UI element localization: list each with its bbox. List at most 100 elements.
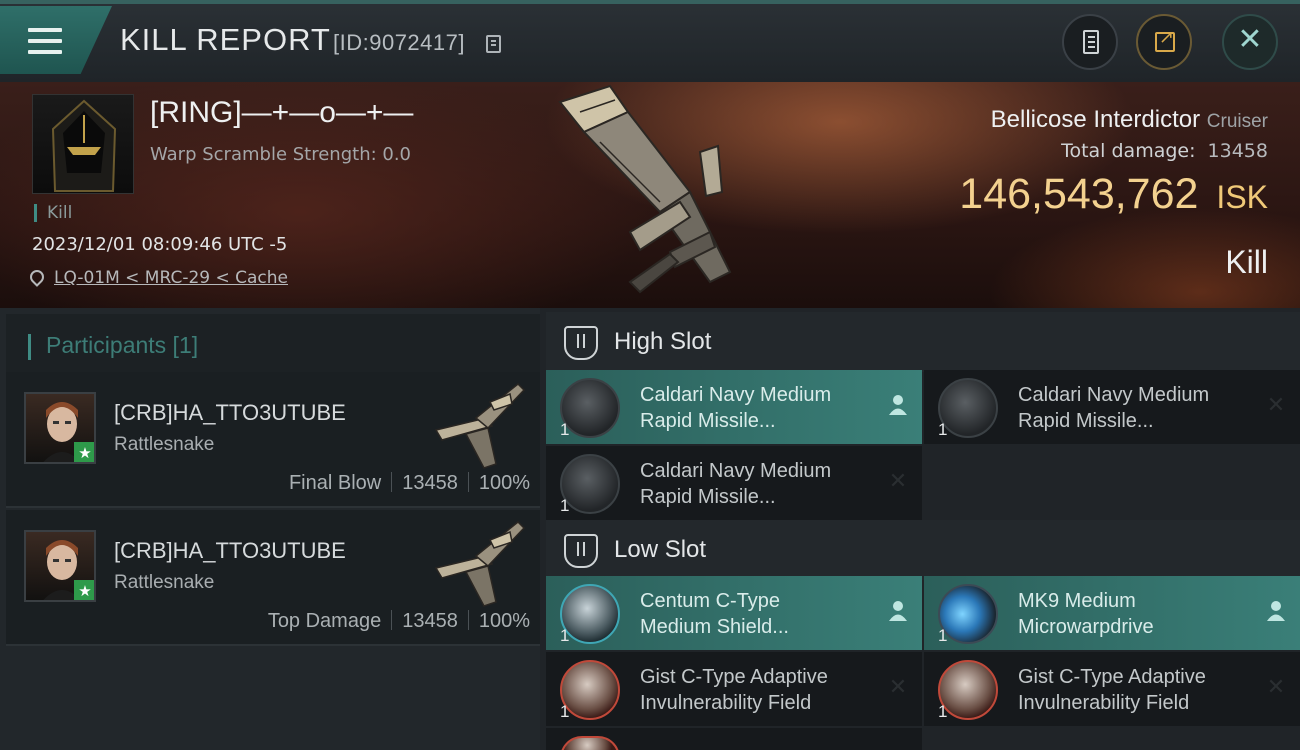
module-name-line2: Medium Shield... xyxy=(640,616,789,638)
destroyed-icon: ✕ xyxy=(888,675,908,700)
module-name-line1: Caldari Navy Medium xyxy=(640,460,832,482)
high-slot-label: High Slot xyxy=(614,328,712,355)
kill-timestamp: 2023/12/01 08:09:46 UTC -5 xyxy=(32,234,288,255)
participant-ship-image xyxy=(434,520,526,607)
high-slot-icon xyxy=(564,326,598,360)
victim-ship-name: Bellicose Interdictor Cruiser xyxy=(991,106,1268,134)
participants-panel: Participants [1] ★ [CRB]HA_TTO3UTUBE Rat… xyxy=(0,308,540,750)
close-button[interactable]: ✕ xyxy=(1222,14,1278,70)
isk-value: 146,543,762 ISK xyxy=(959,170,1268,219)
ship-name-text: Bellicose Interdictor xyxy=(990,106,1201,133)
participant-portrait[interactable]: ★ xyxy=(24,530,96,602)
copy-icon[interactable] xyxy=(486,35,501,53)
module-name-line1: Gist C-Type Adaptive xyxy=(1018,666,1206,688)
menu-button[interactable] xyxy=(0,6,112,74)
stat-divider xyxy=(391,472,393,492)
module-quantity: 1 xyxy=(938,702,948,721)
isk-unit: ISK xyxy=(1216,179,1268,215)
fitting-panel: High Slot 1 Caldari Navy Medium Rapid Mi… xyxy=(540,308,1300,750)
location-link[interactable]: LQ-01M < MRC-29 < Cache xyxy=(27,267,288,288)
module-item[interactable]: 1 Caldari Navy Medium Rapid Missile... ✕ xyxy=(546,446,922,520)
participant-ship: Rattlesnake xyxy=(114,572,215,593)
location-text: LQ-01M < MRC-29 < Cache xyxy=(54,268,288,288)
low-slot-header: Low Slot xyxy=(546,520,1300,580)
module-item[interactable]: 1 Gist C-Type Adaptive Invulnerability F… xyxy=(546,652,922,726)
participant-ship-image xyxy=(434,382,526,469)
module-name: Gist C-Type Adaptive Invulnerability Fie… xyxy=(640,664,880,716)
module-name-line2: Invulnerability Field xyxy=(1018,692,1190,714)
module-item[interactable]: 1 Caldari Navy Medium Rapid Missile... xyxy=(546,370,922,444)
module-name: Centum C-Type Medium Shield... xyxy=(640,588,880,640)
module-name-line1: MK9 Medium xyxy=(1018,590,1136,612)
participant-stats: Top Damage 13458 100% xyxy=(268,610,530,633)
hamburger-icon xyxy=(28,28,62,54)
stat-divider xyxy=(467,472,469,492)
title-bar: KILL REPORT [ID:9072417] ✕ xyxy=(0,0,1300,82)
module-name: Caldari Navy Medium Rapid Missile... xyxy=(640,458,880,510)
share-button[interactable] xyxy=(1136,14,1192,70)
total-damage: Total damage: 13458 xyxy=(1061,140,1268,162)
share-icon xyxy=(1155,27,1175,52)
module-name-line2: Rapid Missile... xyxy=(1018,410,1154,432)
module-quantity: 1 xyxy=(560,702,570,721)
participants-accent xyxy=(28,334,31,360)
module-item[interactable]: 1 MK9 Medium Microwarpdrive xyxy=(924,576,1300,650)
participant-damage: 13458 xyxy=(402,472,458,494)
module-name-line1: Gist C-Type Adaptive xyxy=(640,666,828,688)
participants-title: Participants [1] xyxy=(46,332,199,358)
low-slot-label: Low Slot xyxy=(614,536,707,563)
stat-divider xyxy=(467,610,469,630)
module-quantity: 1 xyxy=(938,626,948,645)
destroyed-icon: ✕ xyxy=(888,469,908,494)
low-slot-icon xyxy=(564,534,598,568)
module-name-line2: Rapid Missile... xyxy=(640,410,776,432)
module-name-line1: Caldari Navy Medium xyxy=(1018,384,1210,406)
module-item[interactable]: 1 Centum C-Type Medium Shield... xyxy=(546,576,922,650)
participant-row[interactable]: ★ [CRB]HA_TTO3UTUBE Rattlesnake Top Dama… xyxy=(6,510,540,646)
module-name: Caldari Navy Medium Rapid Missile... xyxy=(1018,382,1258,434)
module-name-line2: Rapid Missile... xyxy=(640,486,776,508)
person-icon xyxy=(886,600,910,624)
star-icon: ★ xyxy=(74,442,94,462)
location-pin-icon xyxy=(27,267,47,287)
module-item[interactable]: 1 Caldari Navy Medium Rapid Missile... ✕ xyxy=(924,370,1300,444)
participant-role: Top Damage xyxy=(267,610,382,632)
person-icon xyxy=(886,394,910,418)
module-item[interactable]: 1 Gist C-Type Adaptive Invulnerability F… xyxy=(924,652,1300,726)
participant-role: Final Blow xyxy=(288,472,382,494)
participant-portrait[interactable]: ★ xyxy=(24,392,96,464)
isk-amount: 146,543,762 xyxy=(959,170,1199,218)
module-name: MK9 Medium Microwarpdrive xyxy=(1018,588,1258,640)
warp-scramble-strength: Warp Scramble Strength: 0.0 xyxy=(150,144,412,165)
destroyed-icon: ✕ xyxy=(1266,675,1286,700)
participants-header: Participants [1] xyxy=(6,314,540,372)
high-slot-header: High Slot xyxy=(546,312,1300,372)
person-icon xyxy=(1264,600,1288,624)
title-bar-accent xyxy=(0,0,1300,4)
participant-stats: Final Blow 13458 100% xyxy=(289,472,530,495)
document-icon xyxy=(1083,30,1099,54)
participant-ship: Rattlesnake xyxy=(114,434,215,455)
module-name-line2: Invulnerability Field xyxy=(640,692,812,714)
module-item-partial[interactable] xyxy=(546,728,922,750)
module-quantity: 1 xyxy=(560,496,570,515)
kill-banner: [RING]—+—o—+— Warp Scramble Strength: 0.… xyxy=(0,82,1300,308)
participant-name: [CRB]HA_TTO3UTUBE xyxy=(114,400,346,425)
report-id: [ID:9072417] xyxy=(333,30,465,55)
victim-name: [RING]—+—o—+— xyxy=(150,96,414,129)
document-button[interactable] xyxy=(1062,14,1118,70)
module-name-line2: Microwarpdrive xyxy=(1018,616,1154,638)
page-title: KILL REPORT xyxy=(120,22,331,57)
victim-portrait[interactable] xyxy=(32,94,134,194)
close-icon: ✕ xyxy=(1237,22,1263,57)
participant-name: [CRB]HA_TTO3UTUBE xyxy=(114,538,346,563)
victim-ship-image xyxy=(558,84,732,294)
kill-tag: Kill xyxy=(34,204,72,222)
result-label: Kill xyxy=(1225,244,1268,280)
destroyed-icon: ✕ xyxy=(1266,393,1286,418)
participant-damage: 13458 xyxy=(402,610,458,632)
module-name: Gist C-Type Adaptive Invulnerability Fie… xyxy=(1018,664,1258,716)
participant-percent: 100% xyxy=(478,472,530,494)
participant-row[interactable]: ★ [CRB]HA_TTO3UTUBE Rattlesnake Final Bl… xyxy=(6,372,540,508)
participant-percent: 100% xyxy=(478,610,530,632)
